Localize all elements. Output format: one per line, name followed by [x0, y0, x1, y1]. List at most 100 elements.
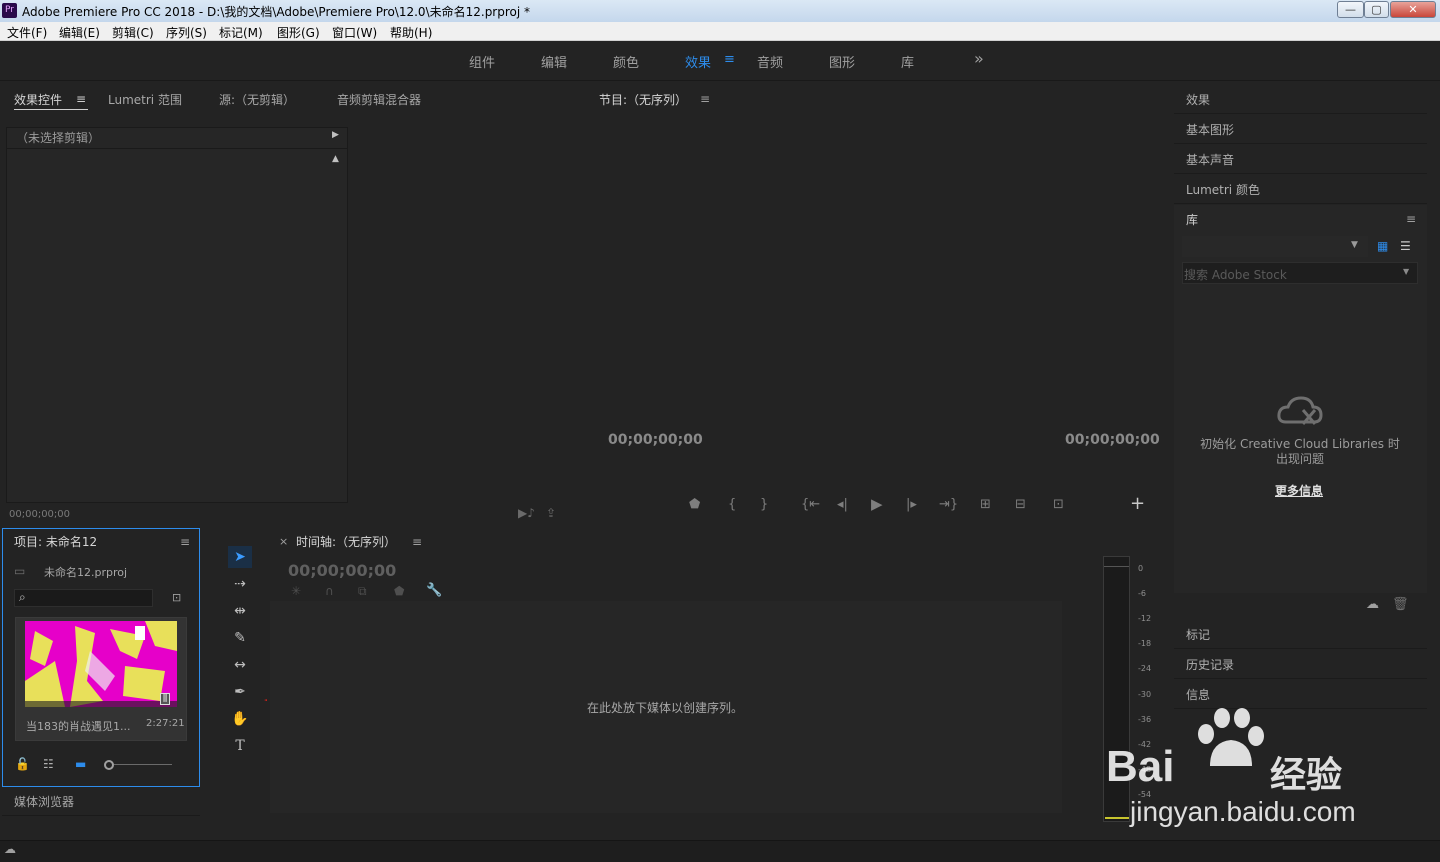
button-editor-plus-icon[interactable]: +	[1130, 493, 1145, 514]
project-search-input[interactable]	[14, 589, 153, 607]
menu-edit[interactable]: 编辑(E)	[59, 24, 100, 41]
track-select-tool-icon[interactable]: ⇢	[228, 573, 252, 595]
extract-icon[interactable]: ⊟	[1015, 497, 1026, 512]
list-view-toggle-icon[interactable]: ☷	[43, 757, 54, 771]
timeline-close-icon[interactable]: ×	[279, 535, 288, 548]
step-back-icon[interactable]: ◂|	[837, 497, 848, 512]
active-tab-underline	[14, 109, 88, 110]
workspace-tab-assembly[interactable]: 组件	[469, 52, 495, 71]
workspace-tab-effects[interactable]: 效果	[685, 52, 711, 71]
zoom-slider-handle[interactable]	[104, 760, 114, 770]
status-bar	[0, 840, 1440, 862]
go-to-out-icon[interactable]: ⇥}	[939, 497, 958, 512]
panel-lumetri-color[interactable]: Lumetri 颜色	[1174, 174, 1427, 204]
scroll-up-arrow-icon[interactable]: ▲	[332, 154, 339, 164]
find-bin-icon[interactable]: ⊡	[172, 591, 181, 604]
selection-tool-icon[interactable]: ➤	[228, 546, 252, 568]
menu-window[interactable]: 窗口(W)	[332, 24, 377, 41]
workspace-tab-audio[interactable]: 音频	[757, 52, 783, 71]
cc-sync-icon[interactable]: ☁	[1366, 597, 1379, 612]
libraries-menu-icon[interactable]: ≡	[1406, 212, 1416, 226]
timeline-panel-menu-icon[interactable]: ≡	[412, 535, 422, 549]
status-cc-icon[interactable]: ☁	[4, 842, 16, 856]
type-tool-icon[interactable]: T	[228, 735, 252, 757]
go-to-in-icon[interactable]: {⇤	[801, 497, 820, 512]
lift-icon[interactable]: ⊞	[980, 497, 991, 512]
panel-essential-sound[interactable]: 基本声音	[1174, 144, 1427, 174]
tab-media-browser[interactable]: 媒体浏览器	[14, 793, 74, 810]
hand-tool-icon[interactable]: ✋	[228, 708, 252, 730]
timeline-title[interactable]: 时间轴:（无序列）	[296, 533, 396, 550]
linked-selection-icon[interactable]: ⧉	[358, 584, 367, 599]
play-icon[interactable]: ▶	[871, 495, 883, 513]
project-panel-title[interactable]: 项目: 未命名12	[14, 533, 97, 550]
mark-in-icon[interactable]: {	[728, 497, 736, 512]
tab-audio-clip-mixer[interactable]: 音频剪辑混合器	[337, 91, 421, 108]
panel-effects[interactable]: 效果	[1174, 84, 1427, 114]
audio-filter-icon[interactable]: ▶♪	[518, 506, 535, 520]
menu-clip[interactable]: 剪辑(C)	[112, 24, 154, 41]
more-info-link[interactable]: 更多信息	[1275, 482, 1323, 499]
close-button[interactable]: ✕	[1390, 1, 1436, 18]
menu-sequence[interactable]: 序列(S)	[166, 24, 207, 41]
project-panel-menu-icon[interactable]: ≡	[180, 535, 190, 549]
workspace-tab-libraries[interactable]: 库	[901, 52, 914, 71]
program-panel-menu-icon[interactable]: ≡	[700, 92, 710, 106]
workspace-tab-color[interactable]: 颜色	[613, 52, 639, 71]
folder-icon: ▭	[14, 564, 26, 578]
slip-tool-icon[interactable]: ↔	[228, 654, 252, 676]
zoom-slider-track[interactable]	[114, 764, 172, 765]
stock-search-placeholder: 搜索 Adobe Stock	[1184, 268, 1287, 282]
menu-file[interactable]: 文件(F)	[7, 24, 47, 41]
tab-lumetri-scopes[interactable]: Lumetri 范围	[108, 91, 182, 108]
workspace-tab-editing[interactable]: 编辑	[541, 52, 567, 71]
panel-markers[interactable]: 标记	[1174, 619, 1427, 649]
export-icon[interactable]: ⇪	[546, 506, 556, 520]
search-dropdown-icon[interactable]: ▼	[1403, 267, 1409, 276]
maximize-button[interactable]: ▢	[1364, 1, 1389, 18]
libraries-title[interactable]: 库	[1186, 211, 1198, 228]
program-monitor-title[interactable]: 节目:（无序列）	[599, 91, 687, 108]
menu-graphics[interactable]: 图形(G)	[277, 24, 320, 41]
menu-marker[interactable]: 标记(M)	[219, 24, 263, 41]
add-marker-icon[interactable]: ⬟	[689, 497, 700, 512]
step-forward-icon[interactable]: |▸	[906, 497, 917, 512]
panel-menu-icon[interactable]: ≡	[76, 92, 86, 106]
panel-essential-graphics[interactable]: 基本图形	[1174, 114, 1427, 144]
list-view-icon[interactable]: ☰	[1400, 239, 1411, 253]
workspace-menu-icon[interactable]: ≡	[724, 52, 735, 67]
workspace-tab-graphics[interactable]: 图形	[829, 52, 855, 71]
library-select-dropdown[interactable]	[1182, 236, 1368, 257]
panel-history[interactable]: 历史记录	[1174, 649, 1427, 679]
wrench-icon[interactable]: 🔧	[426, 583, 442, 598]
workspace-more-icon[interactable]: »	[974, 49, 984, 68]
export-frame-camera-icon[interactable]: ⊡	[1053, 497, 1064, 512]
panel-info[interactable]: 信息	[1174, 679, 1427, 709]
tab-source[interactable]: 源:（无剪辑）	[219, 91, 295, 108]
lock-icon[interactable]: 🔓	[15, 757, 30, 771]
program-timecode-current[interactable]: 00;00;00;00	[608, 432, 703, 448]
ripple-edit-tool-icon[interactable]: ⇹	[228, 600, 252, 622]
razor-tool-icon[interactable]: ✎	[228, 627, 252, 649]
snap-icon[interactable]: ∩	[325, 584, 334, 598]
trash-icon[interactable]: 🗑	[1392, 597, 1409, 612]
search-icon: ⌕	[19, 590, 26, 604]
expand-arrow-icon[interactable]: ▶	[332, 130, 339, 140]
audio-meter-bar	[1103, 556, 1130, 822]
meter-label: -36	[1138, 715, 1152, 724]
drop-media-hint: 在此处放下媒体以创建序列。	[587, 701, 744, 715]
workspace-bar: 组件 编辑 颜色 效果 ≡ 音频 图形 库 »	[0, 41, 1440, 81]
meter-label: -24	[1138, 664, 1152, 673]
clip-thumbnail[interactable]	[25, 621, 177, 707]
pen-tool-icon[interactable]: ✒	[228, 681, 252, 703]
chevron-down-icon[interactable]: ▼	[1351, 240, 1358, 250]
tab-effect-controls[interactable]: 效果控件	[14, 91, 62, 108]
add-marker-timeline-icon[interactable]: ⬟	[394, 584, 404, 598]
timeline-timecode[interactable]: 00;00;00;00	[288, 561, 396, 580]
grid-view-icon[interactable]: ▦	[1377, 239, 1388, 253]
minimize-button[interactable]: —	[1337, 1, 1364, 18]
menu-help[interactable]: 帮助(H)	[390, 24, 432, 41]
nest-icon[interactable]: ✳	[291, 584, 301, 598]
icon-view-toggle-icon[interactable]: ▬	[75, 757, 86, 771]
mark-out-icon[interactable]: }	[760, 497, 768, 512]
